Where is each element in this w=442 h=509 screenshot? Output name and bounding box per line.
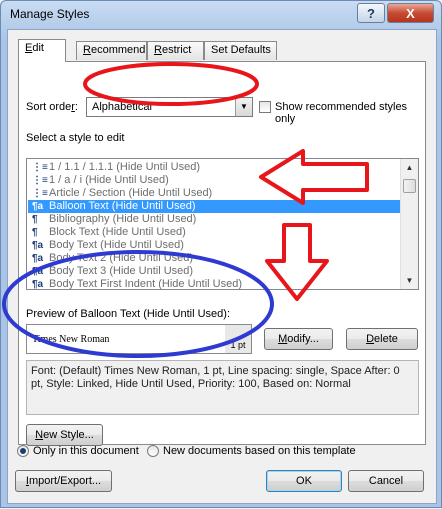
tab-restrict-accesskey: R <box>154 44 162 56</box>
paragraph-style-icon: ¶ <box>32 214 38 225</box>
close-button[interactable]: X <box>387 3 434 23</box>
import-export-button[interactable]: Import/Export... <box>15 470 112 492</box>
delete-accesskey: D <box>366 333 375 345</box>
tab-set-defaults[interactable]: Set Defaults <box>204 41 277 60</box>
edit-tab-panel: Sort order: Alphabetical ▼ Show recommen… <box>18 61 426 446</box>
style-list-item-label: 1 / 1.1 / 1.1.1 (Hide Until Used) <box>49 161 201 173</box>
sort-order-colon: : <box>74 101 78 113</box>
new-style-label: ew Style... <box>43 429 94 441</box>
tab-restrict-label: estrict <box>161 44 192 56</box>
tab-recommend[interactable]: Recommend <box>76 41 147 60</box>
sort-order-label-text: Sort orde <box>26 101 72 113</box>
cancel-label: Cancel <box>368 475 404 487</box>
tab-edit-label: dit <box>32 42 44 54</box>
preview-font-name: Times New Roman <box>32 334 110 345</box>
linked-style-icon: ¶a <box>32 279 44 290</box>
delete-button[interactable]: Delete <box>346 328 418 350</box>
style-list-item[interactable]: ⋮≡ 1 / 1.1 / 1.1.1 (Hide Until Used) <box>28 161 401 174</box>
style-list-item-label: Body Text First Indent (Hide Until Used) <box>49 278 242 290</box>
ok-label: OK <box>296 475 312 487</box>
linked-style-icon: ¶a <box>32 240 44 251</box>
style-description-text: Font: (Default) Times New Roman, 1 pt, L… <box>31 365 400 390</box>
style-list-item-label: Article / Section (Hide Until Used) <box>49 187 213 199</box>
style-list-item-label: Body Text 2 (Hide Until Used) <box>49 252 194 264</box>
list-style-icon: ⋮≡ <box>32 188 48 199</box>
select-style-label: Select a style to edit <box>26 132 125 144</box>
help-button[interactable]: ? <box>357 3 385 23</box>
style-list-item[interactable]: ¶ Block Text (Hide Until Used) <box>28 226 401 239</box>
new-style-button[interactable]: New Style... <box>26 424 103 446</box>
style-list-item-label: Balloon Text (Hide Until Used) <box>49 200 196 212</box>
style-list-item[interactable]: ⋮≡ Article / Section (Hide Until Used) <box>28 187 401 200</box>
style-list-item[interactable]: ¶ Bibliography (Hide Until Used) <box>28 213 401 226</box>
list-style-icon: ⋮≡ <box>32 175 48 186</box>
style-list-item[interactable]: ⋮≡ 1 / a / i (Hide Until Used) <box>28 174 401 187</box>
dialog-body: Edit Recommend Restrict Set Defaults Sor… <box>7 29 437 504</box>
linked-style-icon: ¶a <box>32 201 44 212</box>
preview-label: Preview of Balloon Text (Hide Until Used… <box>26 308 230 320</box>
new-style-accesskey: N <box>35 429 44 441</box>
style-list-item[interactable]: ¶a Balloon Text (Hide Until Used) <box>28 200 401 213</box>
close-icon: X <box>406 5 415 21</box>
style-description: Font: (Default) Times New Roman, 1 pt, L… <box>26 360 419 415</box>
style-list-item[interactable]: ¶a Body Text 2 (Hide Until Used) <box>28 252 401 265</box>
only-in-document-radio[interactable] <box>17 445 29 457</box>
style-list-item[interactable]: ¶a Body Text 3 (Hide Until Used) <box>28 265 401 278</box>
tab-recommend-accesskey: R <box>83 44 91 56</box>
modify-accesskey: M <box>278 333 288 345</box>
ok-button[interactable]: OK <box>266 470 342 492</box>
window-title: Manage Styles <box>10 7 90 21</box>
scroll-thumb[interactable] <box>403 179 416 193</box>
new-documents-label: New documents based on this template <box>163 445 356 457</box>
dropdown-arrow-icon[interactable]: ▼ <box>235 98 252 116</box>
paragraph-style-icon: ¶ <box>32 227 38 238</box>
style-list-item-label: Body Text (Hide Until Used) <box>49 239 184 251</box>
linked-style-icon: ¶a <box>32 266 44 277</box>
style-list-scrollbar[interactable]: ▲ ▼ <box>400 159 418 289</box>
linked-style-icon: ¶a <box>32 253 44 264</box>
sort-order-label: Sort order: <box>26 101 78 113</box>
manage-styles-window: Manage Styles ? X Edit Recommend Restric… <box>0 0 442 508</box>
tab-set-defaults-label: Set Defaults <box>211 44 271 56</box>
cancel-button[interactable]: Cancel <box>348 470 424 492</box>
tab-edit[interactable]: Edit <box>18 39 66 62</box>
help-icon: ? <box>367 5 375 21</box>
modify-button[interactable]: Modify... <box>264 328 333 350</box>
delete-label: elete <box>374 333 398 345</box>
style-list-item[interactable]: ¶a Body Text (Hide Until Used) <box>28 239 401 252</box>
tab-restrict[interactable]: Restrict <box>147 41 204 60</box>
style-list[interactable]: ⋮≡ 1 / 1.1 / 1.1.1 (Hide Until Used) ⋮≡ 1 /… <box>26 158 419 290</box>
sort-order-value: Alphabetical <box>92 101 152 113</box>
show-recommended-label: Show recommended styles only <box>275 101 408 125</box>
style-preview: Times New Roman 1 pt <box>26 324 252 354</box>
style-list-item[interactable]: ¶a Body Text First Indent (Hide Until Use… <box>28 278 401 290</box>
tab-recommend-label: ecommend <box>90 44 146 56</box>
modify-label: odify... <box>287 333 319 345</box>
sort-order-dropdown[interactable]: Alphabetical ▼ <box>86 97 253 117</box>
scroll-down-icon[interactable]: ▼ <box>401 272 418 289</box>
style-list-item-label: Bibliography (Hide Until Used) <box>49 213 197 225</box>
title-bar[interactable]: Manage Styles ? X <box>1 1 441 29</box>
only-in-document-label: Only in this document <box>33 445 139 457</box>
list-style-icon: ⋮≡ <box>32 162 48 173</box>
show-recommended-checkbox[interactable] <box>259 101 271 113</box>
new-documents-radio[interactable] <box>147 445 159 457</box>
style-list-item-label: Body Text 3 (Hide Until Used) <box>49 265 194 277</box>
import-export-label: mport/Export... <box>28 475 102 487</box>
scroll-up-icon[interactable]: ▲ <box>401 159 418 176</box>
style-list-item-label: Block Text (Hide Until Used) <box>49 226 186 238</box>
style-list-item-label: 1 / a / i (Hide Until Used) <box>49 174 169 186</box>
preview-font-size: 1 pt <box>225 325 251 353</box>
